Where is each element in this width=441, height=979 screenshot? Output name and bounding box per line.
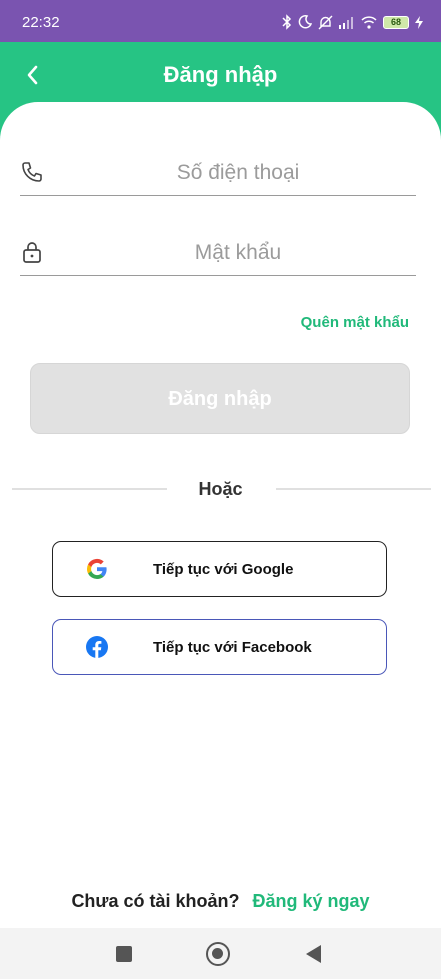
forgot-password-link[interactable]: Quên mật khẩu <box>301 314 409 331</box>
lock-icon <box>23 242 41 263</box>
system-back-button[interactable] <box>306 945 321 963</box>
status-icons: 68 <box>282 12 423 32</box>
divider-text: Hoặc <box>198 479 243 499</box>
status-time: 22:32 <box>22 14 60 31</box>
home-button[interactable] <box>206 942 230 966</box>
facebook-icon <box>86 636 108 658</box>
battery-icon: 68 <box>383 15 409 29</box>
google-login-button[interactable]: Tiếp tục với Google <box>52 541 387 597</box>
moon-icon <box>298 15 312 29</box>
google-button-label: Tiếp tục với Google <box>153 561 294 578</box>
signal-icon <box>339 16 353 29</box>
facebook-button-label: Tiếp tục với Facebook <box>153 639 312 656</box>
facebook-login-button[interactable]: Tiếp tục với Facebook <box>52 619 387 675</box>
login-button[interactable]: Đăng nhập <box>30 363 410 434</box>
wifi-icon <box>361 15 377 29</box>
bluetooth-icon <box>282 14 292 30</box>
password-field <box>20 228 416 276</box>
mute-icon <box>318 15 333 29</box>
charging-icon <box>415 15 423 29</box>
google-icon <box>86 558 107 579</box>
divider-line-right <box>276 488 431 490</box>
login-card <box>0 102 441 928</box>
page-title: Đăng nhập <box>163 62 278 87</box>
signup-row: Chưa có tài khoản? Đăng ký ngay <box>0 891 441 912</box>
system-nav-bar <box>0 928 441 979</box>
phone-field <box>20 148 416 196</box>
phone-icon <box>22 162 42 182</box>
signup-prompt: Chưa có tài khoản? <box>71 891 240 911</box>
recent-apps-button[interactable] <box>116 946 132 962</box>
password-input[interactable] <box>60 236 416 270</box>
phone-input[interactable] <box>60 156 416 190</box>
signup-link[interactable]: Đăng ký ngay <box>253 891 370 911</box>
status-bar: 22:32 68 <box>0 0 441 42</box>
